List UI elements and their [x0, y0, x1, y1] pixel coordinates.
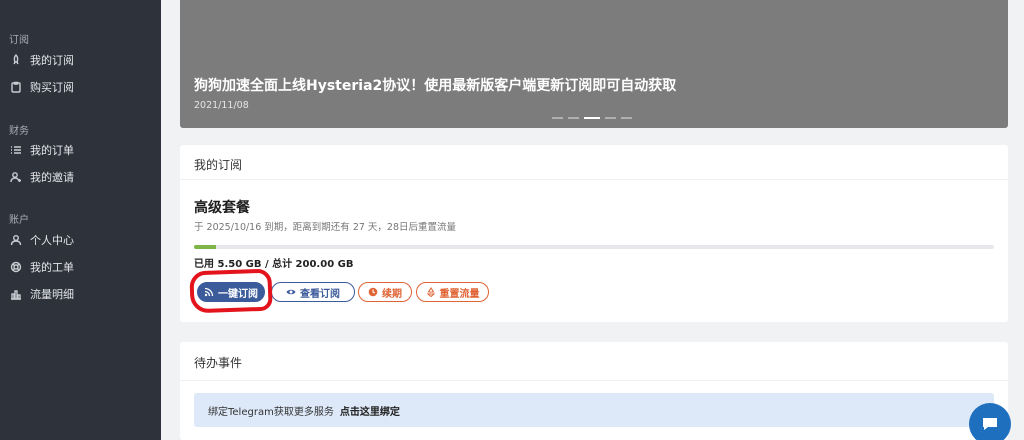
sidebar: 订阅 我的订阅 购买订阅 财务 我的订单 我的邀请 账户 个人中心 我的工单 流… [0, 0, 161, 440]
sidebar-group-account: 账户 [9, 215, 29, 226]
eye-icon [286, 289, 296, 295]
chat-widget-button[interactable] [969, 403, 1011, 440]
divider [180, 380, 1008, 381]
sidebar-item-label: 流量明细 [30, 288, 74, 301]
subscription-card: 我的订阅 高级套餐 于 2025/10/16 到期，距离到期还有 27 天，28… [180, 145, 1008, 322]
carousel-dot[interactable] [568, 117, 579, 119]
sidebar-item-label: 我的邀请 [30, 171, 74, 184]
sidebar-item-label: 个人中心 [30, 234, 74, 247]
todo-card: 待办事件 绑定Telegram获取更多服务 点击这里绑定 [180, 342, 1008, 440]
subscription-card-title: 我的订阅 [194, 158, 243, 172]
renew-button[interactable]: 续期 [358, 282, 412, 302]
sidebar-item-label: 我的订单 [30, 144, 74, 157]
sidebar-item-profile[interactable]: 个人中心 [9, 231, 74, 249]
banner-title: 狗狗加速全面上线Hysteria2协议！使用最新版客户端更新订阅即可自动获取 [194, 78, 677, 94]
view-subscription-button[interactable]: 查看订阅 [271, 282, 355, 302]
recycle-icon [426, 287, 435, 297]
user-icon [9, 233, 23, 247]
traffic-progress-bar [194, 245, 994, 249]
divider [180, 179, 1008, 180]
todo-card-title: 待办事件 [194, 356, 243, 370]
list-icon [9, 143, 23, 157]
user-plus-icon [9, 170, 23, 184]
sidebar-item-tickets[interactable]: 我的工单 [9, 258, 74, 276]
button-label: 续期 [382, 288, 402, 300]
sidebar-group-finance: 财务 [9, 126, 29, 137]
sidebar-group-subscription: 订阅 [9, 35, 29, 46]
sidebar-item-my-subscription[interactable]: 我的订阅 [9, 51, 74, 69]
button-label: 查看订阅 [300, 288, 340, 300]
lifebuoy-icon [9, 260, 23, 274]
sidebar-item-label: 我的工单 [30, 261, 74, 274]
plan-expiry-info: 于 2025/10/16 到期，距离到期还有 27 天，28日后重置流量 [194, 222, 457, 233]
bar-chart-icon [9, 287, 23, 301]
carousel-dot[interactable] [621, 117, 632, 119]
banner-date: 2021/11/08 [194, 100, 249, 111]
red-annotation-circle [189, 268, 273, 314]
sidebar-item-my-orders[interactable]: 我的订单 [9, 141, 74, 159]
sidebar-item-label: 我的订阅 [30, 54, 74, 67]
chat-bubble-icon [983, 418, 997, 430]
sidebar-item-traffic-details[interactable]: 流量明细 [9, 285, 74, 303]
button-label: 重置流量 [439, 288, 480, 300]
traffic-usage-text: 已用 5.50 GB / 总计 200.00 GB [194, 259, 354, 270]
sidebar-item-my-invites[interactable]: 我的邀请 [9, 168, 74, 186]
sidebar-item-label: 购买订阅 [30, 81, 74, 94]
bind-telegram-link[interactable]: 点击这里绑定 [340, 403, 400, 418]
alert-text: 绑定Telegram获取更多服务 [208, 406, 334, 418]
carousel-dot-active[interactable] [584, 117, 600, 119]
clock-icon [368, 287, 378, 297]
plan-name: 高级套餐 [194, 200, 250, 216]
carousel-dot[interactable] [605, 117, 616, 119]
carousel-dot[interactable] [552, 117, 563, 119]
sidebar-item-buy-subscription[interactable]: 购买订阅 [9, 78, 74, 96]
clipboard-icon [9, 80, 23, 94]
reset-traffic-button[interactable]: 重置流量 [416, 282, 489, 302]
rocket-icon [9, 53, 23, 67]
telegram-bind-alert: 绑定Telegram获取更多服务 点击这里绑定 [194, 393, 994, 427]
traffic-progress-fill [194, 245, 216, 249]
carousel-indicators [552, 117, 632, 119]
announcement-banner[interactable]: 狗狗加速全面上线Hysteria2协议！使用最新版客户端更新订阅即可自动获取 2… [180, 0, 1008, 128]
